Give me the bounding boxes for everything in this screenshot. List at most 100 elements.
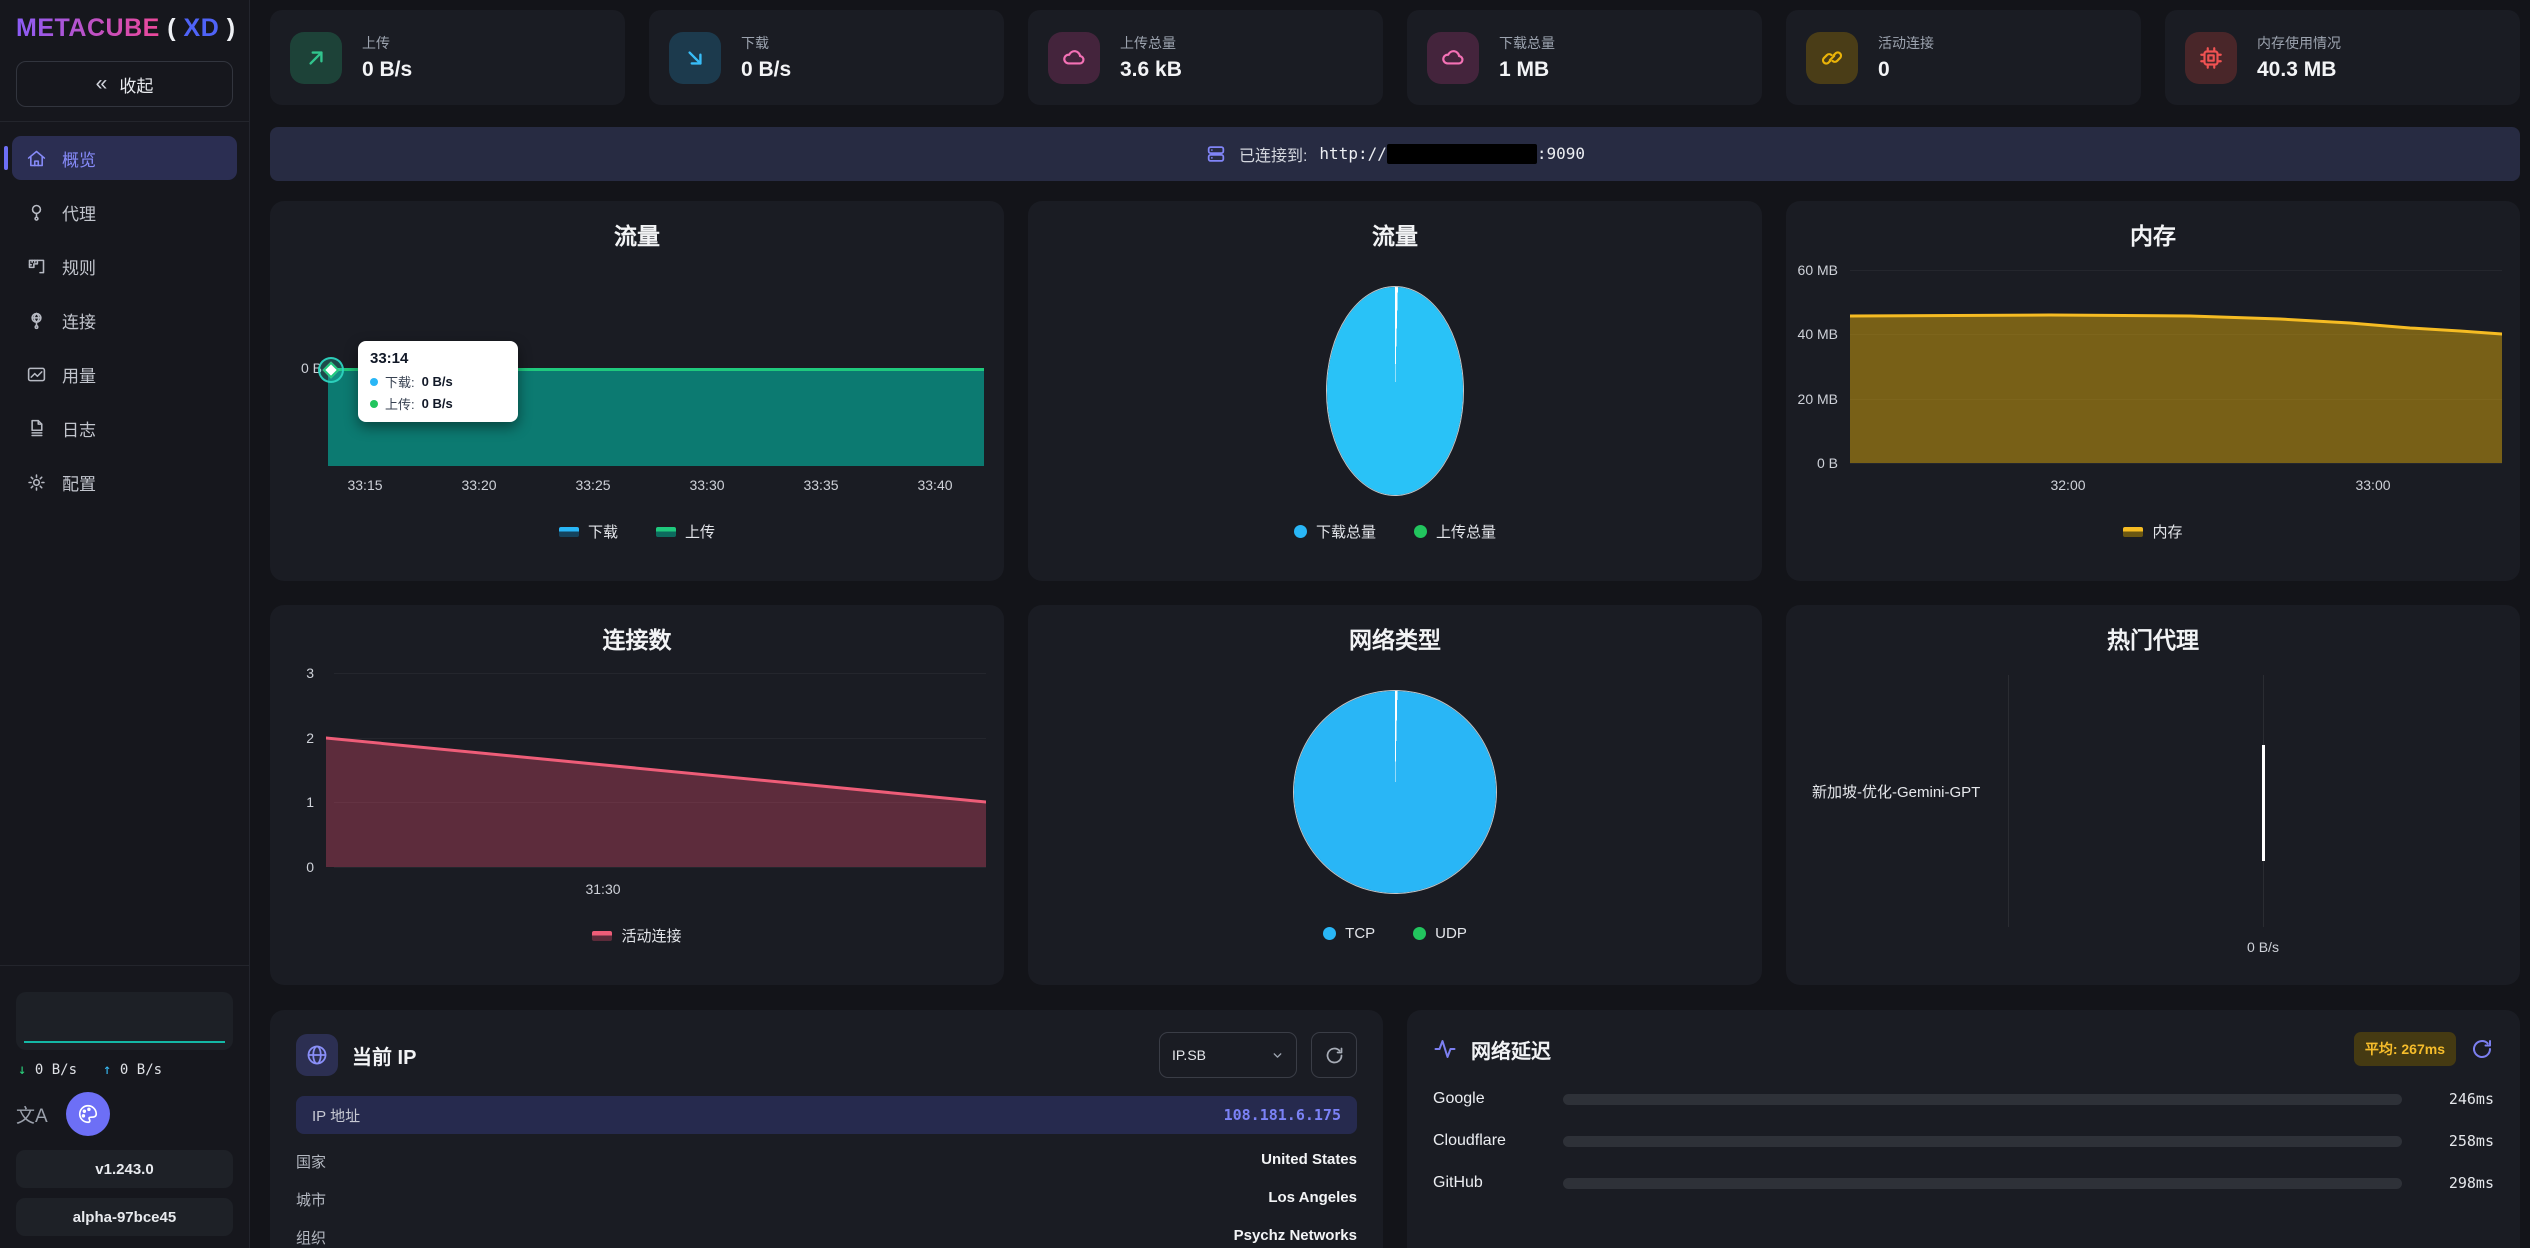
chevron-down-icon	[1271, 1049, 1284, 1062]
sidebar-item-connections[interactable]: 连接	[12, 298, 237, 342]
traffic-pie-chart: 流量 下载总量 上传总量	[1028, 201, 1762, 581]
chart-title: 内存	[1786, 217, 2520, 251]
download-speed: ↓ 0 B/s	[18, 1062, 77, 1078]
legend-dot	[1414, 525, 1427, 538]
app-logo: METACUBE ( XD )	[0, 10, 249, 53]
theme-button[interactable]	[66, 1092, 110, 1136]
stat-value: 1 MB	[1499, 58, 1555, 82]
sidebar-item-config[interactable]: 配置	[12, 460, 237, 504]
globe-wire-icon	[26, 310, 47, 331]
sidebar-item-usage[interactable]: 用量	[12, 352, 237, 396]
legend-item-upload[interactable]: 上传	[656, 521, 715, 542]
legend-item-upload-total[interactable]: 上传总量	[1414, 521, 1496, 542]
ip-detail-row: 组织Psychz Networks	[296, 1227, 1357, 1248]
server-icon	[1205, 143, 1227, 165]
ip-provider-select[interactable]: IP.SB	[1159, 1032, 1297, 1078]
stat-label: 内存使用情况	[2257, 33, 2341, 53]
endpoint-url: http://:9090	[1319, 144, 1585, 165]
ip-address-label: IP 地址	[312, 1105, 360, 1126]
current-ip-header: 当前 IP IP.SB	[296, 1032, 1357, 1078]
y-tick: 1	[270, 794, 314, 810]
x-tick: 32:00	[2050, 477, 2085, 493]
logo-text: METACUBE	[16, 14, 160, 42]
latency-row: Google 246ms	[1433, 1090, 2494, 1108]
chevrons-left-icon: «	[96, 72, 108, 96]
legend-item-download[interactable]: 下载	[559, 521, 618, 542]
sidebar-item-label: 日志	[62, 416, 96, 441]
panel-title: 当前 IP	[352, 1041, 416, 1070]
upload-speed: ↑ 0 B/s	[103, 1062, 162, 1078]
gridline	[334, 867, 986, 868]
refresh-latency-button[interactable]	[2470, 1037, 2494, 1061]
proxy-category-label: 新加坡-优化-Gemini-GPT	[1812, 781, 1980, 802]
latency-bar-track	[1563, 1094, 2402, 1105]
proxy-icon	[26, 202, 47, 223]
stat-value: 0	[1878, 58, 1934, 82]
x-tick: 33:35	[803, 477, 838, 493]
stats-row: 上传0 B/s 下载0 B/s 上传总量3.6 kB 下载总量1 MB 活动连接…	[270, 10, 2520, 105]
gear-icon	[26, 472, 47, 493]
latency-header: 网络延迟 平均: 267ms	[1433, 1032, 2494, 1066]
sparkline-flat-line	[24, 1041, 225, 1043]
y-tick: 3	[270, 665, 314, 681]
series-dot	[370, 400, 378, 408]
legend-item-active-connections[interactable]: 活动连接	[592, 925, 681, 946]
stat-label: 上传	[362, 33, 412, 53]
stat-card-download-total: 下载总量 1 MB	[1407, 10, 1762, 105]
latency-row: Cloudflare 258ms	[1433, 1132, 2494, 1150]
traffic-line-chart: 流量 0 B 33:14 下载:0 B/s 上传:0 B/s 33:15 33:…	[270, 201, 1004, 581]
legend-item-tcp[interactable]: TCP	[1323, 925, 1375, 942]
refresh-ip-button[interactable]	[1311, 1032, 1357, 1078]
legend-swatch	[559, 527, 579, 537]
sidebar-item-rules[interactable]: 规则	[12, 244, 237, 288]
stat-label: 上传总量	[1120, 33, 1182, 53]
collapse-sidebar-button[interactable]: « 收起	[16, 61, 233, 107]
chart-legend: TCP UDP	[1028, 925, 1762, 942]
sidebar-item-label: 概览	[62, 146, 96, 171]
sidebar-tools: 文A	[0, 1082, 249, 1140]
version-button[interactable]: v1.243.0	[16, 1150, 233, 1188]
sidebar-item-label: 配置	[62, 470, 96, 495]
y-tick: 60 MB	[1786, 262, 1838, 278]
app-root: METACUBE ( XD ) « 收起 概览 代理 规则 连接	[0, 0, 2530, 1248]
stat-card-upload-total: 上传总量 3.6 kB	[1028, 10, 1383, 105]
y-tick: 2	[270, 730, 314, 746]
legend-item-download-total[interactable]: 下载总量	[1294, 521, 1376, 542]
chart-title: 网络类型	[1028, 621, 1762, 655]
legend-item-memory[interactable]: 内存	[2123, 521, 2182, 542]
link-icon	[1806, 32, 1858, 84]
ip-detail-row: 城市Los Angeles	[296, 1189, 1357, 1210]
average-latency-badge: 平均: 267ms	[2354, 1032, 2456, 1066]
traffic-sparkline	[16, 992, 233, 1050]
sidebar-item-label: 代理	[62, 200, 96, 225]
stat-label: 下载总量	[1499, 33, 1555, 53]
legend-item-udp[interactable]: UDP	[1413, 925, 1467, 942]
legend-swatch	[592, 931, 612, 941]
arrow-up-right-icon	[290, 32, 342, 84]
usage-chart-icon	[26, 364, 47, 385]
series-dot	[370, 378, 378, 386]
sidebar-item-overview[interactable]: 概览	[12, 136, 237, 180]
x-tick: 0 B/s	[2247, 939, 2279, 955]
ip-provider-value: IP.SB	[1172, 1047, 1206, 1063]
legend-swatch	[656, 527, 676, 537]
sidebar-item-label: 用量	[62, 362, 96, 387]
chart-legend: 下载总量 上传总量	[1028, 521, 1762, 542]
stat-value: 3.6 kB	[1120, 58, 1182, 82]
sidebar-speeds: ↓ 0 B/s ↑ 0 B/s	[0, 1050, 249, 1082]
latency-bar-track	[1563, 1178, 2402, 1189]
home-icon	[26, 148, 47, 169]
gridline	[2008, 675, 2009, 927]
x-tick: 33:25	[575, 477, 610, 493]
sidebar-item-proxies[interactable]: 代理	[12, 190, 237, 234]
connected-endpoint-banner[interactable]: 已连接到: http://:9090	[270, 127, 2520, 181]
build-button[interactable]: alpha-97bce45	[16, 1198, 233, 1236]
language-icon[interactable]: 文A	[16, 1101, 48, 1128]
memory-area-series	[1850, 311, 2502, 463]
stat-label: 下载	[741, 33, 791, 53]
banner-label: 已连接到:	[1239, 142, 1307, 166]
y-tick: 0 B	[1786, 455, 1838, 471]
sidebar-item-logs[interactable]: 日志	[12, 406, 237, 450]
latency-bar-track	[1563, 1136, 2402, 1147]
stat-label: 活动连接	[1878, 33, 1934, 53]
